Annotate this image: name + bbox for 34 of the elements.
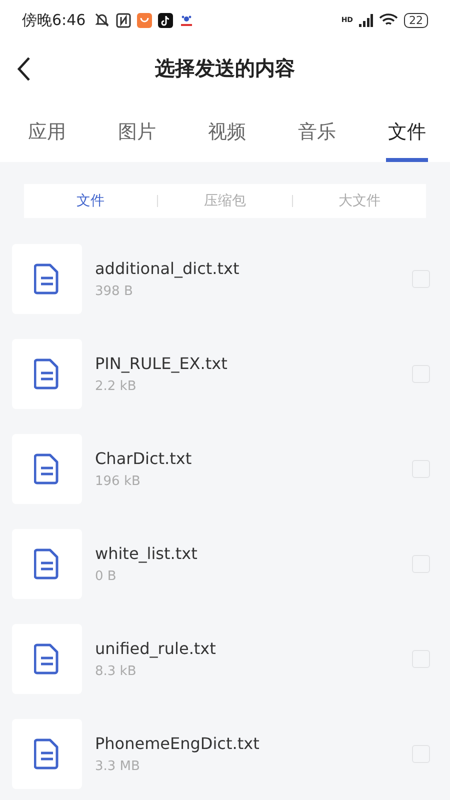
file-size: 0 B bbox=[95, 569, 118, 584]
signal-icon bbox=[359, 14, 373, 26]
document-icon bbox=[34, 263, 60, 295]
muted-bell-icon bbox=[94, 12, 110, 28]
file-size: 2.2 kB bbox=[95, 379, 138, 394]
category-tab[interactable]: 图片 bbox=[116, 96, 158, 162]
document-icon bbox=[34, 358, 60, 390]
category-tab[interactable]: 文件 bbox=[386, 96, 428, 162]
music-note-app-icon bbox=[158, 12, 173, 28]
wifi-icon bbox=[379, 13, 398, 27]
document-icon bbox=[34, 738, 60, 770]
file-name: additional_dict.txt bbox=[95, 259, 240, 278]
file-name: CharDict.txt bbox=[95, 449, 193, 468]
file-name: PIN_RULE_EX.txt bbox=[95, 354, 228, 373]
file-name: PhonemeEngDict.txt bbox=[95, 734, 260, 753]
page-title: 选择发送的内容 bbox=[155, 54, 295, 82]
category-tab[interactable]: 视频 bbox=[206, 96, 248, 162]
file-size: 3.3 MB bbox=[95, 759, 141, 774]
document-icon bbox=[34, 453, 60, 485]
file-size: 8.3 kB bbox=[95, 664, 138, 679]
shopping-app-icon bbox=[136, 12, 152, 28]
file-name: white_list.txt bbox=[95, 544, 198, 563]
document-icon bbox=[34, 548, 60, 580]
category-tab[interactable]: 音乐 bbox=[296, 96, 338, 162]
document-icon bbox=[34, 643, 60, 675]
nfc-icon bbox=[116, 12, 131, 28]
status-time: 傍晚6:46 bbox=[22, 10, 86, 30]
back-icon bbox=[16, 56, 32, 82]
file-size: 398 B bbox=[95, 284, 134, 299]
battery-level: 22 bbox=[404, 12, 428, 28]
category-tab[interactable]: 应用 bbox=[26, 96, 68, 162]
file-size: 196 kB bbox=[95, 474, 142, 489]
filter-tab[interactable]: 文件 bbox=[24, 184, 158, 218]
file-name: unified_rule.txt bbox=[95, 639, 217, 658]
